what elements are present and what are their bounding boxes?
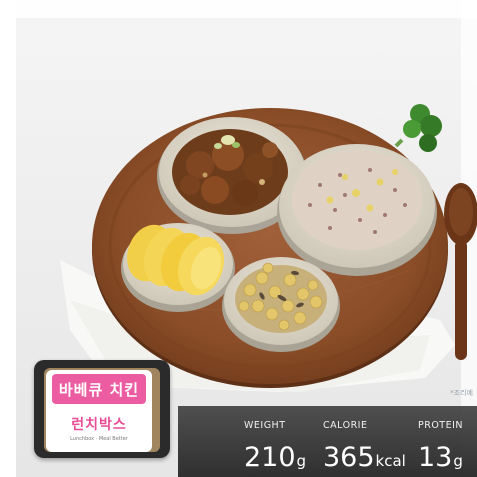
calorie-label: CALORIE xyxy=(323,420,368,431)
serving-suggestion-note: *조리예 xyxy=(450,389,473,397)
product-image: *조리예 바베큐 치킨 런치박스 Lunchbox · Meal Better … xyxy=(0,0,477,477)
weight-value: 210g xyxy=(244,442,307,473)
protein-label: PROTEIN xyxy=(418,420,464,431)
grain-rice-bowl xyxy=(277,144,437,276)
chickpea-bowl xyxy=(222,257,340,352)
brand-tagline: Lunchbox · Meal Better xyxy=(70,436,128,442)
brand-logo: 런치박스 xyxy=(71,417,127,433)
product-name: 바베큐 치킨 xyxy=(52,374,146,404)
protein-value: 13g xyxy=(418,442,463,473)
calorie-value: 365kcal xyxy=(323,442,406,473)
product-package: 바베큐 치킨 런치박스 Lunchbox · Meal Better xyxy=(34,360,170,460)
weight-label: WEIGHT xyxy=(244,420,286,431)
nutrition-panel: WEIGHT 210g CALORIE 365kcal PROTEIN 13g xyxy=(178,406,477,477)
